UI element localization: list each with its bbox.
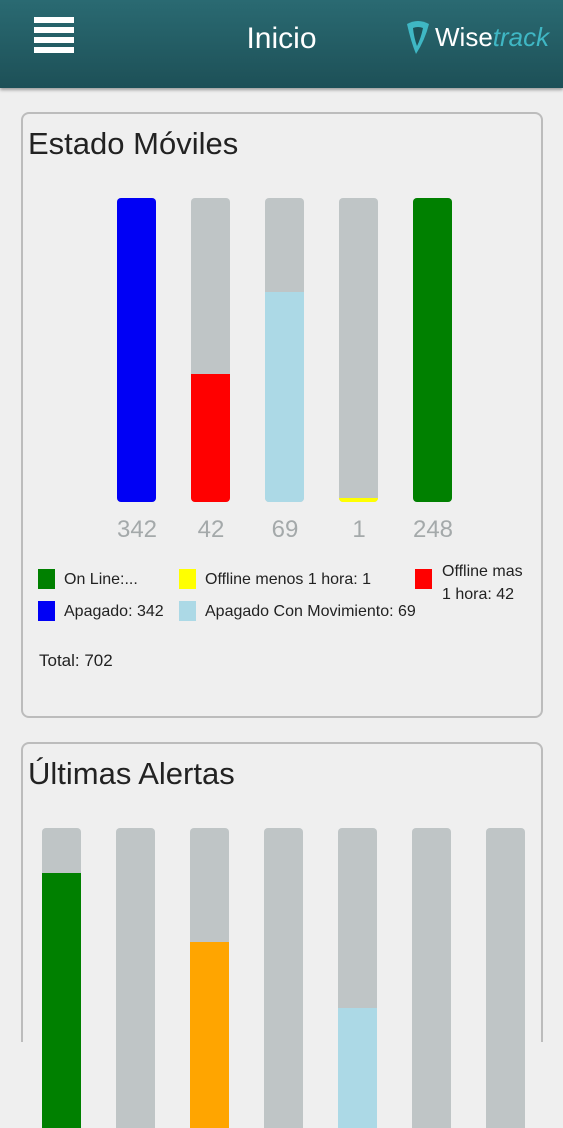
estado-bar-fill-offline_mas [191, 374, 230, 502]
logo-main-text: Wise [435, 22, 493, 52]
estado-bar-value-online: 248 [412, 516, 454, 543]
app-header: Inicio Wisetrack [0, 0, 563, 88]
legend-offline-mas-line1: Offline mas [442, 563, 523, 580]
estado-moviles-title: Estado Móviles [28, 126, 239, 161]
estado-bar-apagado [117, 198, 156, 502]
alertas-bar-6 [412, 828, 451, 1128]
legend-apagado: Apagado: 342 [64, 603, 164, 620]
ultimas-alertas-card: Últimas Alertas [21, 742, 543, 1128]
estado-bar-value-offline_mas: 42 [197, 516, 225, 543]
total-count: Total: 702 [39, 651, 113, 670]
alertas-bar-3 [190, 828, 229, 1128]
alertas-bar-1 [42, 828, 81, 1128]
estado-bar-value-offline_menos: 1 [352, 516, 366, 543]
alertas-bar-2 [116, 828, 155, 1128]
legend-online: On Line:... [64, 571, 138, 588]
estado-bar-offline_menos [339, 198, 378, 502]
legend-swatch-offline-mas [415, 569, 432, 589]
legend-swatch-apagado [38, 601, 55, 621]
estado-moviles-card: Estado Móviles 342 42 69 1 248 On Line:... O… [21, 112, 543, 718]
estado-bar-apagado_mov [265, 198, 304, 502]
alertas-bar-fill-3 [190, 942, 229, 1128]
estado-bar-offline_mas [191, 198, 230, 502]
estado-bar-value-apagado_mov: 69 [271, 516, 299, 543]
estado-bar-fill-apagado_mov [265, 292, 304, 502]
logo-accent-text: track [492, 22, 550, 52]
legend-offline-mas-line2: 1 hora: 42 [442, 586, 515, 603]
legend-swatch-online [38, 569, 55, 589]
estado-bar-fill-offline_menos [339, 498, 378, 502]
legend-swatch-apagado-movimiento [179, 601, 196, 621]
wisetrack-logo-icon [407, 21, 429, 54]
legend-apagado-movimiento: Apagado Con Movimiento: 69 [205, 603, 416, 620]
estado-bar-fill-online [413, 198, 452, 502]
alertas-bar-5 [338, 828, 377, 1128]
alertas-bar-fill-1 [42, 873, 81, 1128]
legend-swatch-offline-menos [179, 569, 196, 589]
alertas-bar-fill-5 [338, 1008, 377, 1128]
alertas-bar-7 [486, 828, 525, 1128]
legend-offline-menos: Offline menos 1 hora: 1 [205, 571, 372, 588]
wisetrack-logo: Wisetrack [403, 16, 549, 60]
alertas-bar-4 [264, 828, 303, 1128]
estado-bar-online [413, 198, 452, 502]
estado-bar-fill-apagado [117, 198, 156, 502]
ultimas-alertas-title: Últimas Alertas [28, 756, 235, 791]
estado-bar-value-apagado: 342 [116, 516, 158, 543]
